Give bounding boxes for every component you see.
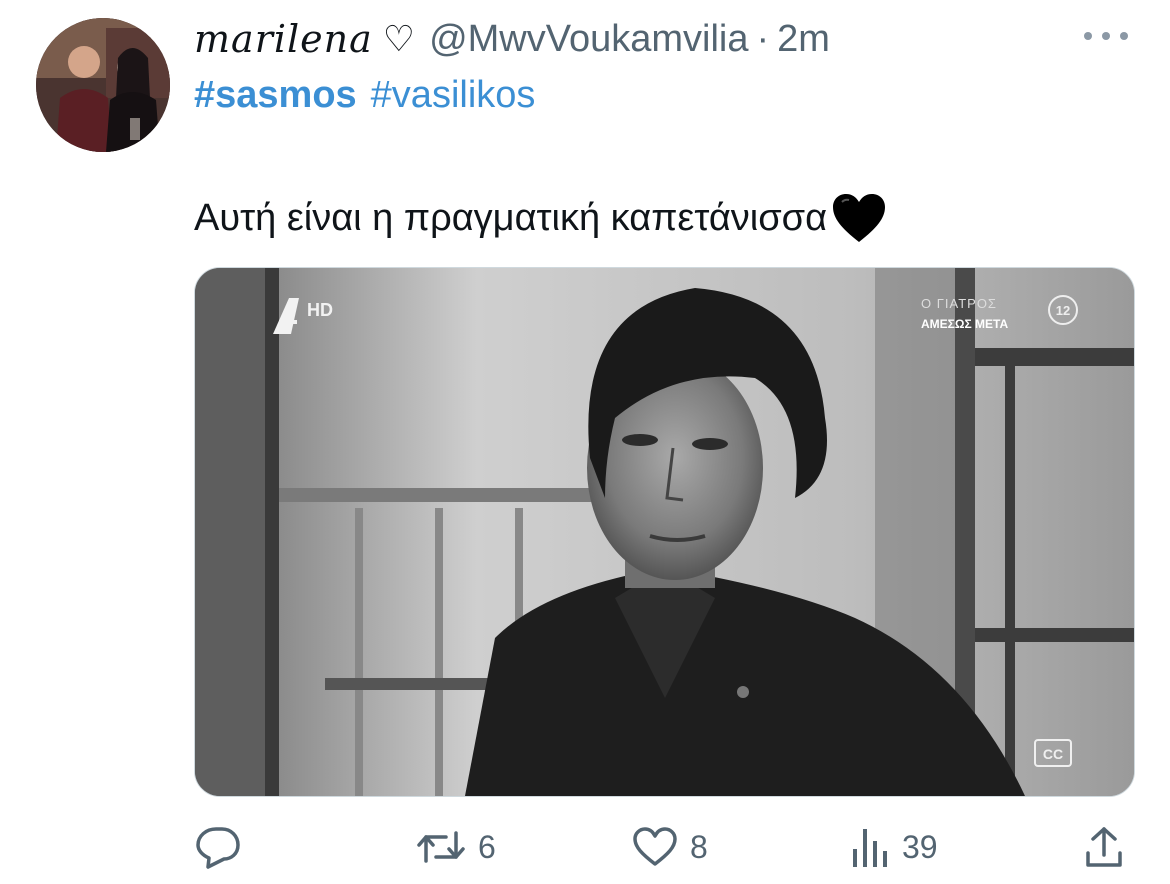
heart-icon — [633, 827, 677, 866]
media-image[interactable]: HD Ο ΓΙΑΤΡΟΣ ΑΜΕΣΩΣ ΜΕΤΑ 12 CC — [194, 267, 1135, 797]
tweet-body: Αυτή είναι η πραγματική καπετάνισσα — [194, 192, 887, 244]
tweet-header: marilena ♡ @MwvVoukamvilia · 2m — [194, 16, 830, 62]
like-count: 8 — [690, 828, 708, 865]
reply-icon — [196, 827, 240, 869]
share-button[interactable] — [1084, 822, 1124, 872]
reply-button[interactable] — [194, 822, 242, 872]
name-heart-emoji: ♡ — [382, 18, 416, 59]
next-program-subtitle: ΑΜΕΣΩΣ ΜΕΤΑ — [921, 317, 1008, 331]
hashtag-link[interactable]: #vasilikos — [371, 74, 536, 120]
channel-hd-label: HD — [307, 300, 333, 320]
share-icon — [1086, 827, 1122, 867]
retweet-button[interactable]: 6 — [416, 822, 496, 872]
black-heart-icon — [831, 192, 887, 244]
avatar[interactable] — [36, 18, 170, 152]
tweet-timestamp[interactable]: 2m — [777, 18, 830, 61]
view-count: 39 — [902, 828, 938, 865]
author-display-name[interactable]: marilena — [194, 17, 373, 61]
tweet-text: Αυτή είναι η πραγματική καπετάνισσα — [194, 196, 828, 239]
hashtag-link[interactable]: #sasmos — [194, 74, 357, 120]
views-icon — [853, 829, 887, 867]
next-program-title: Ο ΓΙΑΤΡΟΣ — [921, 296, 997, 311]
tweet-actions: 6 8 39 — [194, 822, 1133, 872]
more-options-icon[interactable] — [1084, 26, 1128, 46]
like-button[interactable]: 8 — [632, 822, 708, 872]
rating-label: 12 — [1056, 303, 1070, 318]
author-handle[interactable]: @MwvVoukamvilia — [429, 18, 748, 61]
retweet-count: 6 — [478, 828, 496, 865]
hashtags: #sasmos #vasilikos — [194, 74, 535, 120]
more-dot — [1084, 32, 1092, 40]
header-separator: · — [756, 17, 770, 60]
cc-label: CC — [1043, 746, 1063, 762]
views-button[interactable]: 39 — [850, 822, 938, 872]
more-dot — [1120, 32, 1128, 40]
more-dot — [1102, 32, 1110, 40]
retweet-icon — [417, 831, 465, 863]
